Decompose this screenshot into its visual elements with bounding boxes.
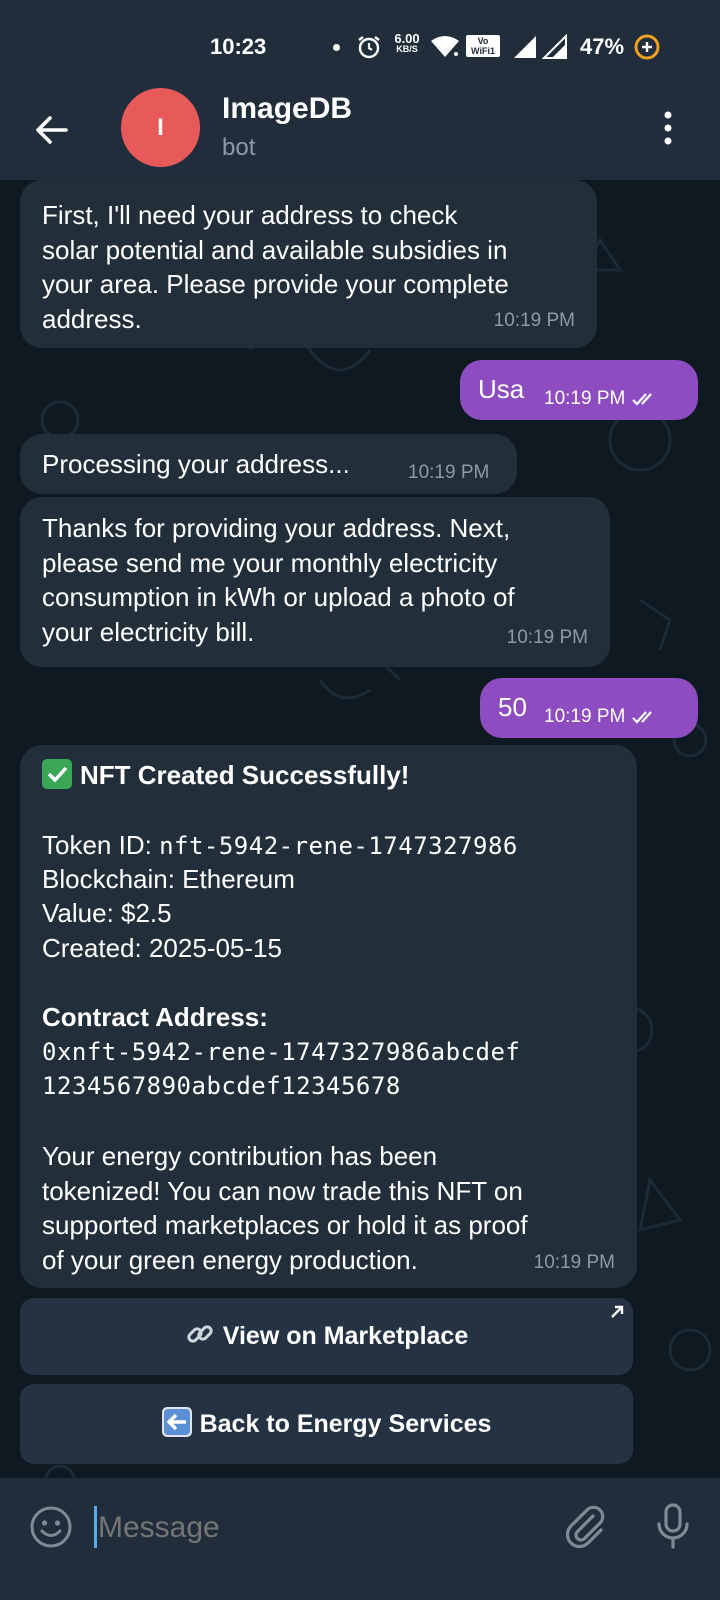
message-time: 10:19 PM <box>544 382 659 417</box>
outgoing-message[interactable]: Usa 10:19 PM <box>460 360 698 420</box>
arrow-left-icon[interactable] <box>30 108 74 152</box>
signal-strength-icon <box>542 34 567 59</box>
message-input-bar <box>0 1478 720 1600</box>
chat-header: I ImageDB bot <box>0 88 720 180</box>
volte-wifi-badge: Vo WiFi1 <box>466 35 500 57</box>
chat-area[interactable]: First, I'll need your address to check s… <box>0 180 720 1505</box>
volte-top-label: Vo <box>477 36 489 46</box>
button-label: Back to Energy Services <box>199 1410 492 1438</box>
nft-title-row: NFT Created Successfully! <box>42 758 409 793</box>
notification-dot-icon <box>333 44 340 51</box>
message-time: 10:19 PM <box>408 462 490 483</box>
left-arrow-emoji <box>161 1407 192 1437</box>
outgoing-message[interactable]: 50 10:19 PM <box>480 678 698 738</box>
button-label: View on Marketplace <box>222 1322 469 1350</box>
incoming-message[interactable]: Processing your address... 10:19 PM <box>20 434 517 494</box>
incoming-message[interactable]: Thanks for providing your address. Next,… <box>20 497 610 667</box>
token-id-value[interactable]: nft-5942-rene-1747327986 <box>159 832 518 860</box>
message-text: Usa <box>478 374 525 404</box>
contract-address-label: Contract Address: <box>42 1002 268 1032</box>
contract-address-line[interactable]: 0xnft-5942-rene-1747327986abcdef <box>42 1035 520 1070</box>
link-emoji <box>187 1325 213 1343</box>
nft-result-message[interactable]: NFT Created Successfully! Token ID: nft-… <box>20 745 637 1288</box>
contract-address-line[interactable]: 1234567890abcdef12345678 <box>42 1069 401 1104</box>
alarm-clock-icon <box>358 36 380 59</box>
message-time-text: 10:19 PM <box>544 706 626 727</box>
incoming-message[interactable]: First, I'll need your address to check s… <box>20 180 597 348</box>
message-input[interactable] <box>98 1506 528 1550</box>
smiley-icon[interactable] <box>28 1504 74 1550</box>
nft-footer-text: Your energy contribution has been tokeni… <box>42 1141 528 1275</box>
network-speed: 6.00 KB/S <box>390 32 424 54</box>
battery-saver-icon <box>634 34 660 60</box>
paperclip-icon[interactable] <box>563 1502 607 1550</box>
wifi-icon <box>431 36 459 57</box>
check-mark-emoji <box>42 759 72 789</box>
signal-strength-icon <box>514 36 536 58</box>
token-id-label: Token ID: <box>42 830 160 860</box>
blockchain-line: Blockchain: Ethereum <box>42 864 295 894</box>
value-line: Value: $2.5 <box>42 898 172 928</box>
status-bar: 10:23 6.00 KB/S Vo WiFi1 47% <box>0 0 720 88</box>
double-check-icon <box>632 393 653 406</box>
message-text: Processing your address... <box>42 449 350 479</box>
message-time: 10:19 PM <box>544 700 659 735</box>
text-cursor <box>94 1506 97 1548</box>
microphone-icon[interactable] <box>655 1502 691 1550</box>
chat-title[interactable]: ImageDB <box>222 92 352 126</box>
view-on-marketplace-button[interactable]: View on Marketplace <box>20 1298 633 1375</box>
battery-percentage: 47% <box>580 34 625 59</box>
external-link-arrow-icon <box>611 1305 624 1318</box>
message-text: 50 <box>498 692 527 722</box>
avatar[interactable]: I <box>121 88 200 167</box>
message-text: First, I'll need your address to check s… <box>42 200 509 334</box>
back-to-energy-services-button[interactable]: Back to Energy Services <box>20 1384 633 1464</box>
message-time: 10:19 PM <box>533 1251 615 1273</box>
more-vertical-icon[interactable] <box>660 108 676 148</box>
message-time: 10:19 PM <box>493 309 575 331</box>
message-text: Thanks for providing your address. Next,… <box>42 513 515 647</box>
double-check-icon <box>632 711 653 724</box>
message-time: 10:19 PM <box>506 626 588 648</box>
telegram-chat-screen: 10:23 6.00 KB/S Vo WiFi1 47% I ImageDB b… <box>0 0 720 1600</box>
nft-title: NFT Created Successfully! <box>80 760 410 790</box>
token-id-line: Token ID: nft-5942-rene-1747327986 <box>42 828 518 864</box>
created-line: Created: 2025-05-15 <box>42 933 282 963</box>
message-time-text: 10:19 PM <box>544 388 626 409</box>
volte-bottom-label: WiFi1 <box>471 46 495 56</box>
speed-unit: KB/S <box>396 44 418 54</box>
chat-subtitle: bot <box>222 134 256 161</box>
status-time: 10:23 <box>210 34 267 59</box>
